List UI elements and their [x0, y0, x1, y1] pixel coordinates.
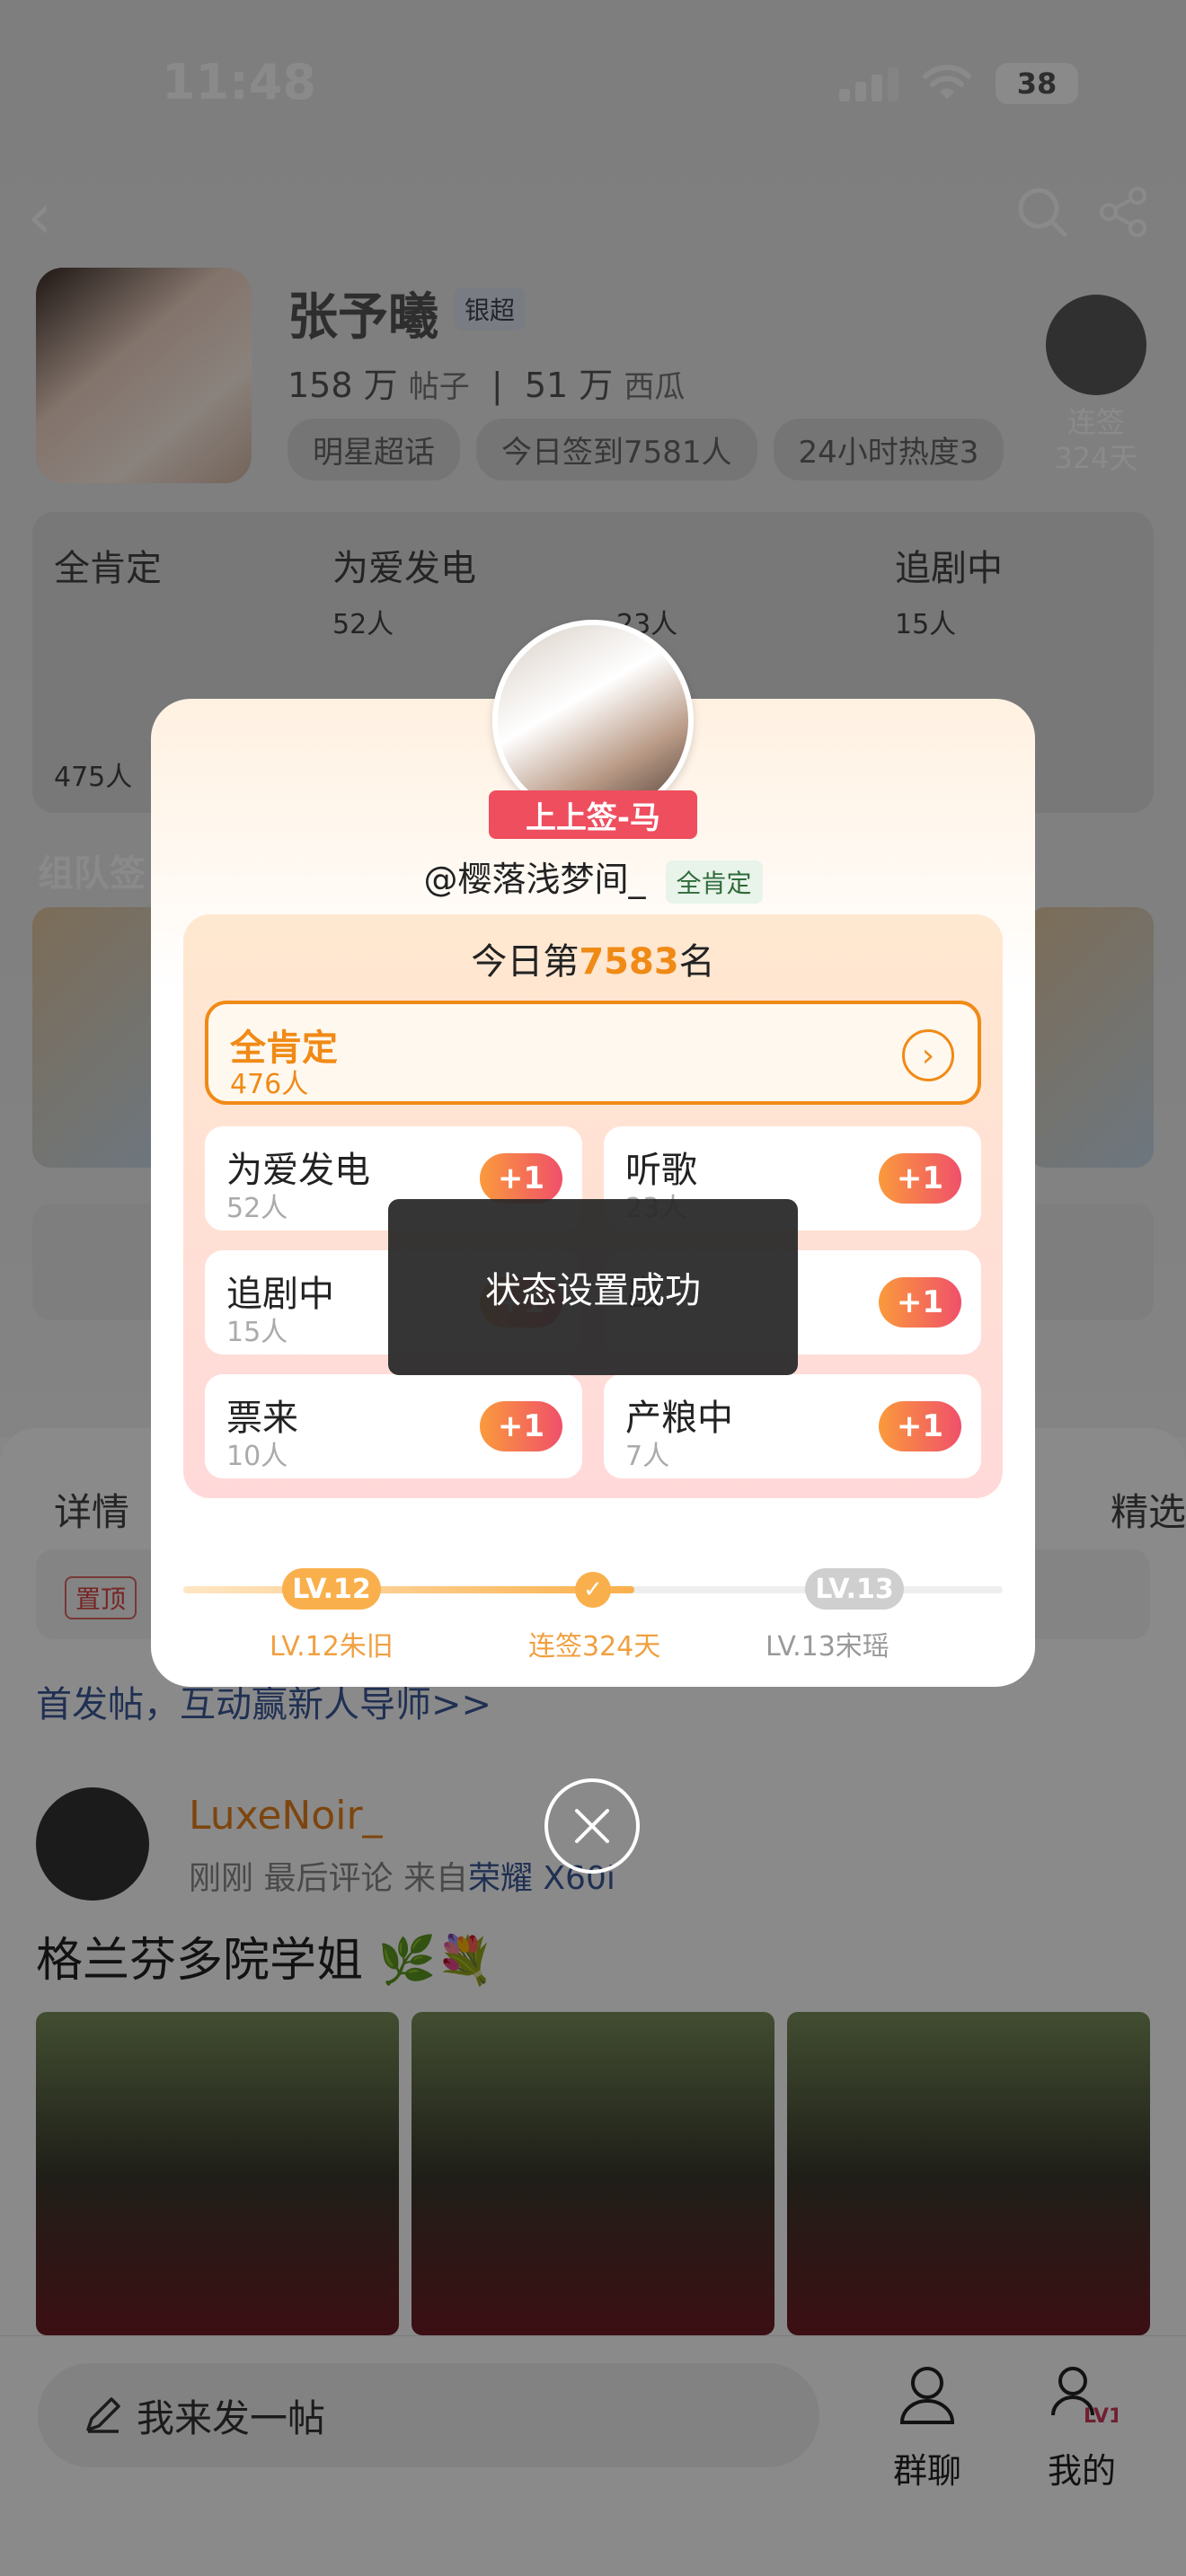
status-option-count: 7人 — [625, 1441, 670, 1472]
status-option-count: 15人 — [226, 1317, 288, 1348]
check-icon: ✓ — [575, 1572, 611, 1608]
next-level-pill: LV.13 — [805, 1568, 904, 1610]
plus-one-button[interactable]: +1 — [480, 1401, 562, 1451]
selected-status-count: 476人 — [230, 1069, 309, 1100]
plus-one-button[interactable]: +1 — [879, 1401, 961, 1451]
rank-number: 7583 — [579, 941, 679, 983]
success-toast: 状态设置成功 — [388, 1199, 798, 1375]
rank-suffix: 名 — [678, 941, 715, 983]
status-option-count: 10人 — [226, 1441, 288, 1472]
chevron-right-icon[interactable]: › — [902, 1029, 954, 1081]
checkin-result-modal: @樱落浅梦间_ 全肯定 今日第7583名 全肯定 476人 › 为爱发电 52人… — [151, 699, 1035, 1687]
close-button[interactable] — [544, 1778, 640, 1874]
rank-prefix: 今日第 — [471, 941, 580, 983]
rank-title: 今日第7583名 — [183, 932, 1003, 984]
close-icon — [575, 1809, 609, 1843]
status-option-count: 52人 — [226, 1193, 288, 1224]
plus-one-button[interactable]: +1 — [879, 1277, 961, 1328]
modal-user: @樱落浅梦间_ 全肯定 — [151, 851, 1035, 904]
plus-one-button[interactable]: +1 — [480, 1153, 562, 1204]
next-level-caption: LV.13宋瑶 — [766, 1631, 890, 1663]
selected-status-row[interactable]: 全肯定 476人 › — [205, 1001, 981, 1105]
fortune-ribbon: 上上签-马 — [489, 790, 697, 839]
modal-status-tag: 全肯定 — [665, 860, 763, 904]
progress-fill — [183, 1586, 634, 1593]
plus-one-button[interactable]: +1 — [879, 1153, 961, 1204]
current-level-pill: LV.12 — [282, 1568, 381, 1610]
status-option[interactable]: 票来 10人 +1 — [205, 1374, 582, 1478]
modal-username: @樱落浅梦间_ — [423, 860, 646, 899]
current-level-caption: LV.12朱旧 — [270, 1631, 394, 1663]
streak-caption: 连签324天 — [528, 1631, 661, 1663]
level-progress: LV.12 LV.12朱旧 ✓ 连签324天 LV.13 LV.13宋瑶 — [183, 1561, 1003, 1663]
status-option[interactable]: 产粮中 7人 +1 — [604, 1374, 981, 1478]
